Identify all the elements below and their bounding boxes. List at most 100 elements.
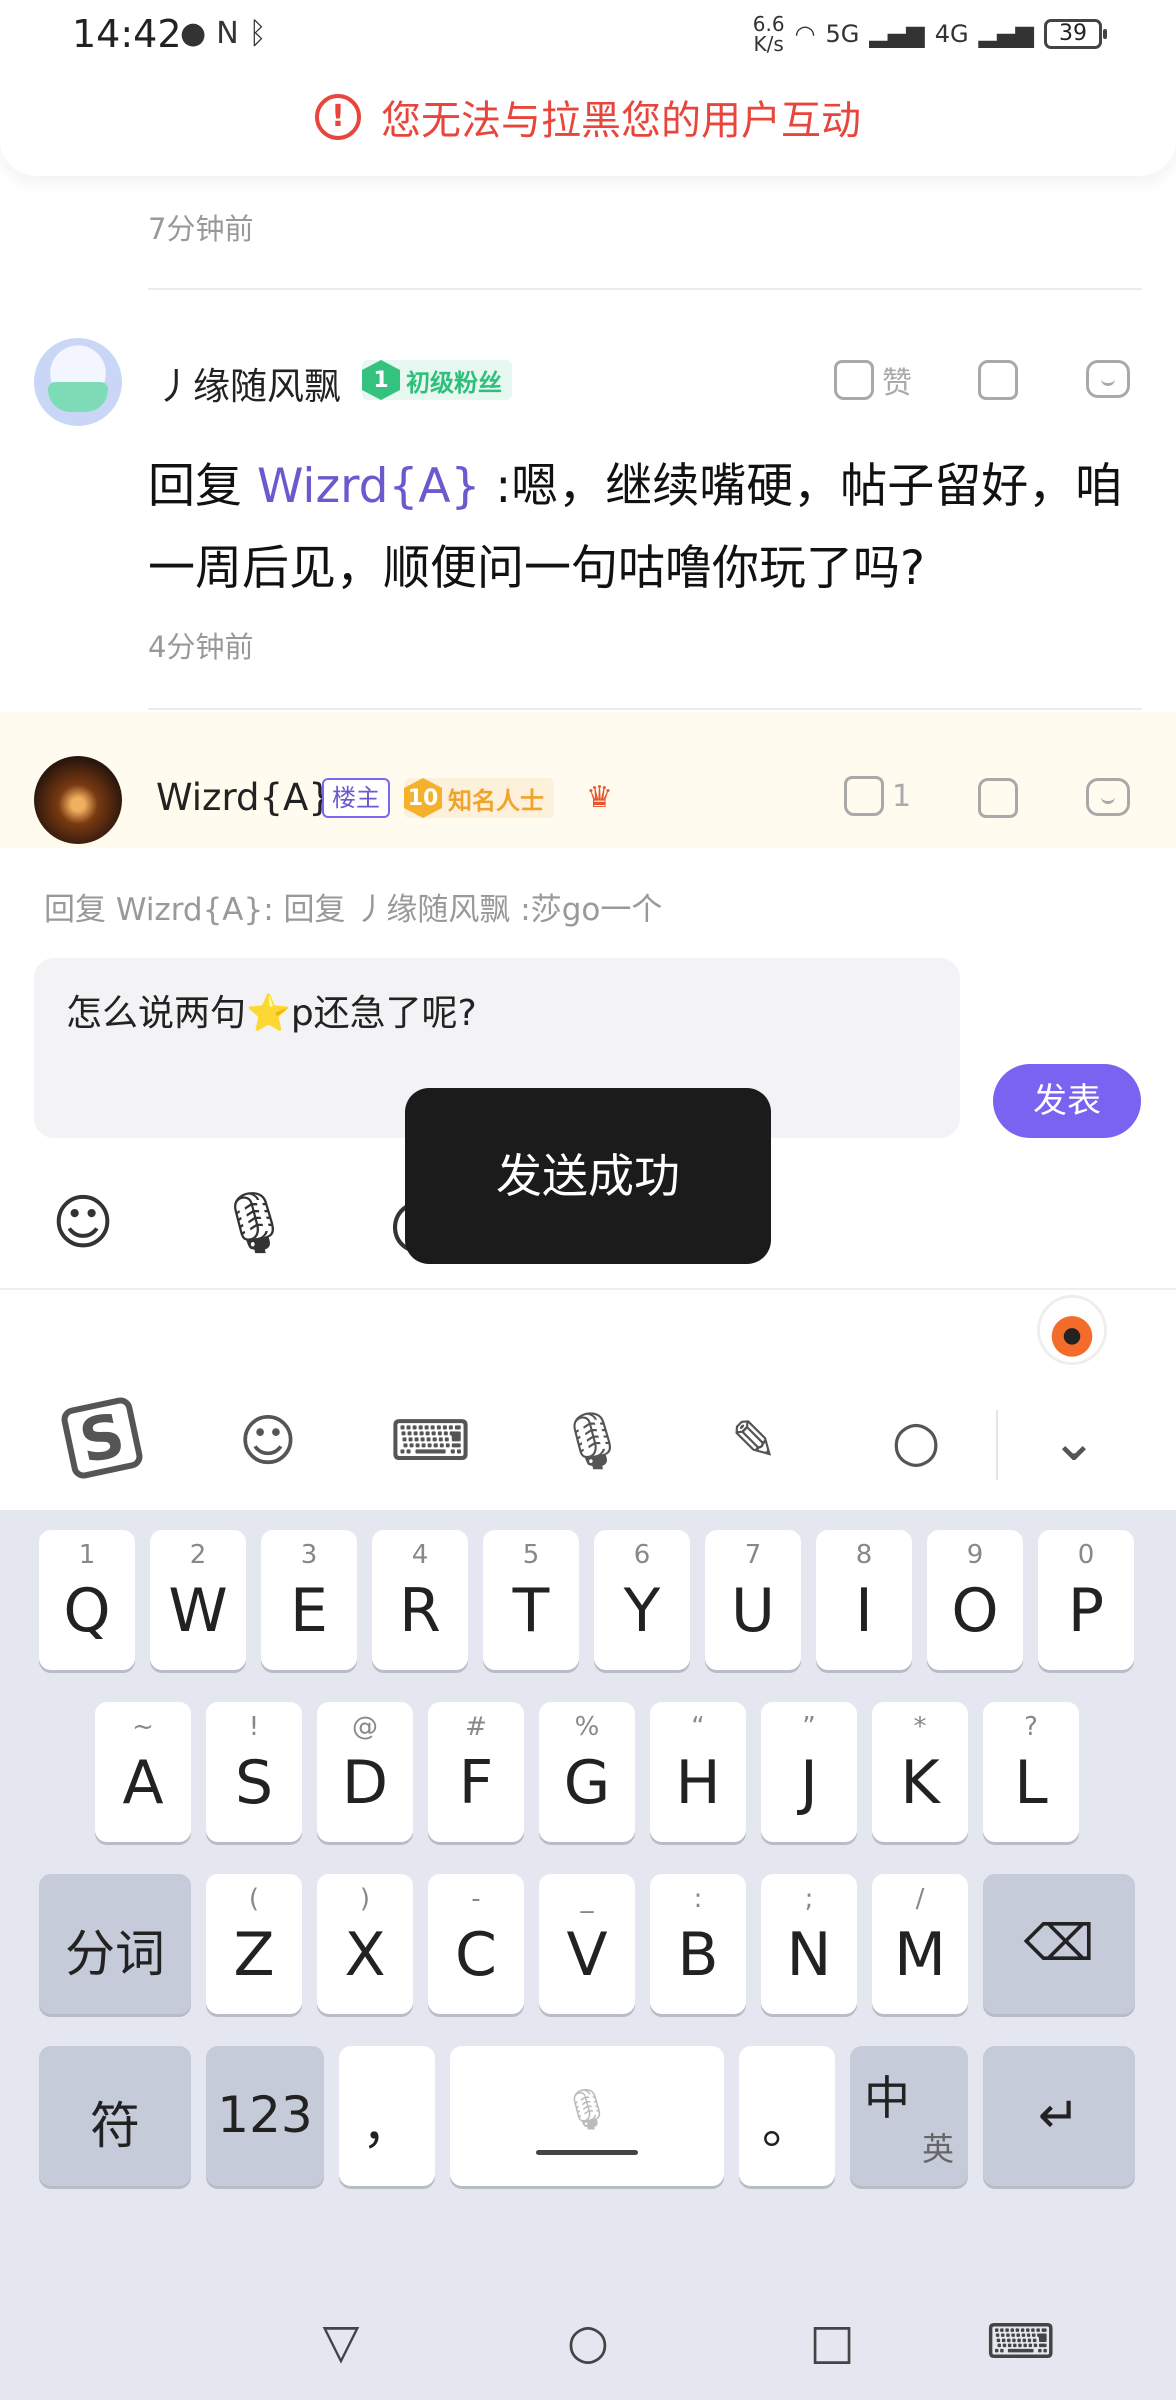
key-label: C	[455, 1920, 497, 1990]
key-q[interactable]: 1Q	[39, 1530, 135, 1670]
key-d[interactable]: @ D	[317, 1702, 413, 1842]
key-l[interactable]: ? L	[983, 1702, 1079, 1842]
key-w[interactable]: 2W	[150, 1530, 246, 1670]
language-switch-key[interactable]: 中 英	[850, 2046, 968, 2186]
like-button[interactable]: 赞	[834, 358, 912, 402]
key-label: X	[344, 1920, 386, 1990]
ime-voice-icon[interactable]: 🎙︎	[552, 1402, 632, 1482]
key-label: Y	[623, 1576, 661, 1646]
network-speed-unit: K/s	[753, 32, 784, 56]
ime-emoji-icon[interactable]: ☺	[228, 1402, 308, 1482]
divider	[148, 288, 1142, 290]
key-sub: @	[352, 1712, 378, 1742]
emoji-icon[interactable]: ☺	[48, 1188, 118, 1258]
comment-time: 4分钟前	[148, 630, 254, 664]
key-label: 。	[762, 2097, 812, 2155]
comment-bubble-icon	[1086, 360, 1130, 398]
keyboard-switch-icon[interactable]: ⌨	[986, 2314, 1055, 2370]
comma-key[interactable]: ，	[339, 2046, 435, 2186]
avatar[interactable]	[34, 338, 122, 426]
key-x[interactable]: ) X	[317, 1874, 413, 2014]
ime-separator	[996, 1410, 998, 1480]
signal-bars-icon: ▂▄▆	[978, 20, 1034, 48]
reply-prefix: 回复	[148, 459, 242, 514]
key-p[interactable]: 0P	[1038, 1530, 1134, 1670]
microphone-icon[interactable]: 🎙︎	[216, 1188, 292, 1258]
key-y[interactable]: 6Y	[594, 1530, 690, 1670]
reply-button[interactable]	[1086, 360, 1130, 398]
like-button[interactable]: 1	[844, 776, 911, 816]
key-sub: ~	[132, 1712, 154, 1742]
fan-level-label: 初级粉丝	[406, 368, 502, 397]
key-s[interactable]: ! S	[206, 1702, 302, 1842]
dislike-button[interactable]	[978, 360, 1018, 400]
comment-text[interactable]: 回复 Wizrd{A} :嗯，继续嘴硬，帖子留好，咱一周后见，顺便问一句咕噜你玩…	[148, 446, 1126, 610]
key-a[interactable]: ~ A	[95, 1702, 191, 1842]
mention-link[interactable]: Wizrd{A}	[257, 459, 480, 514]
key-k[interactable]: * K	[872, 1702, 968, 1842]
back-icon[interactable]: ▽	[313, 2314, 369, 2370]
key-n[interactable]: ; N	[761, 1874, 857, 2014]
divider	[148, 708, 1142, 710]
enter-key[interactable]: ↵	[983, 2046, 1135, 2186]
key-c[interactable]: -C	[428, 1874, 524, 2014]
key-z[interactable]: (Z	[206, 1874, 302, 2014]
ime-logo-icon[interactable]: S	[59, 1395, 146, 1482]
avatar[interactable]	[34, 756, 122, 844]
key-sub: *	[913, 1712, 927, 1742]
key-b[interactable]: :B	[650, 1874, 746, 2014]
post-button[interactable]: 发表	[993, 1064, 1141, 1138]
key-label: Z	[233, 1920, 275, 1990]
ime-handwriting-icon[interactable]: ✎	[714, 1402, 794, 1482]
key-label: H	[675, 1748, 721, 1818]
recents-icon[interactable]: □	[804, 2314, 860, 2370]
key-v[interactable]: _ V	[539, 1874, 635, 2014]
key-label: D	[341, 1748, 389, 1818]
key-sub: 6	[633, 1540, 651, 1570]
space-mic-icon: 🎙︎	[561, 2087, 613, 2133]
key-g[interactable]: % G	[539, 1702, 635, 1842]
period-key[interactable]: 。	[739, 2046, 835, 2186]
key-label: ，	[362, 2097, 412, 2155]
space-key[interactable]: 🎙︎	[450, 2046, 724, 2186]
key-e[interactable]: 3E	[261, 1530, 357, 1670]
ime-search-icon[interactable]: ○	[876, 1402, 956, 1482]
comment-bubble-icon	[1086, 778, 1130, 816]
enter-icon: ↵	[1038, 2086, 1080, 2144]
medal-icon: ♛	[586, 780, 613, 815]
key-j[interactable]: ” J	[761, 1702, 857, 1842]
comment-username[interactable]: Wizrd{A}	[156, 776, 332, 819]
key-f[interactable]: # F	[428, 1702, 524, 1842]
ime-mascot-icon[interactable]	[1040, 1298, 1104, 1362]
ime-collapse-icon[interactable]: ⌄	[1034, 1402, 1114, 1482]
comment-time: 7分钟前	[148, 212, 254, 246]
reply-button[interactable]	[1086, 778, 1130, 816]
comment-username[interactable]: 丿缘随风飘	[156, 356, 341, 410]
key-t[interactable]: 5T	[483, 1530, 579, 1670]
key-label: M	[894, 1920, 946, 1990]
dislike-button[interactable]	[978, 778, 1018, 818]
ime-keyboard-icon[interactable]: ⌨	[390, 1402, 471, 1482]
wifi-icon: ◠	[794, 20, 816, 48]
key-r[interactable]: 4R	[372, 1530, 468, 1670]
key-sub: “	[691, 1712, 705, 1742]
backspace-key[interactable]: ⌫	[983, 1874, 1135, 2014]
key-sub: 7	[744, 1540, 762, 1570]
key-sub: 2	[189, 1540, 207, 1570]
key-u[interactable]: 7U	[705, 1530, 801, 1670]
segment-key[interactable]: 分词	[39, 1874, 191, 2014]
key-sub: -	[471, 1884, 481, 1914]
thumb-up-icon	[844, 776, 884, 816]
key-o[interactable]: 9O	[927, 1530, 1023, 1670]
key-m[interactable]: / M	[872, 1874, 968, 2014]
key-label: T	[512, 1576, 550, 1646]
signal-5g-label: 5G	[825, 20, 860, 48]
symbol-key[interactable]: 符	[39, 2046, 191, 2186]
numeric-key[interactable]: 123	[206, 2046, 324, 2186]
fan-level-number: 10	[404, 778, 442, 818]
notice-text: 您无法与拉黑您的用户互动	[381, 98, 861, 144]
home-icon[interactable]: ○	[560, 2314, 616, 2370]
key-i[interactable]: 8I	[816, 1530, 912, 1670]
key-sub: 1	[78, 1540, 96, 1570]
key-h[interactable]: “H	[650, 1702, 746, 1842]
